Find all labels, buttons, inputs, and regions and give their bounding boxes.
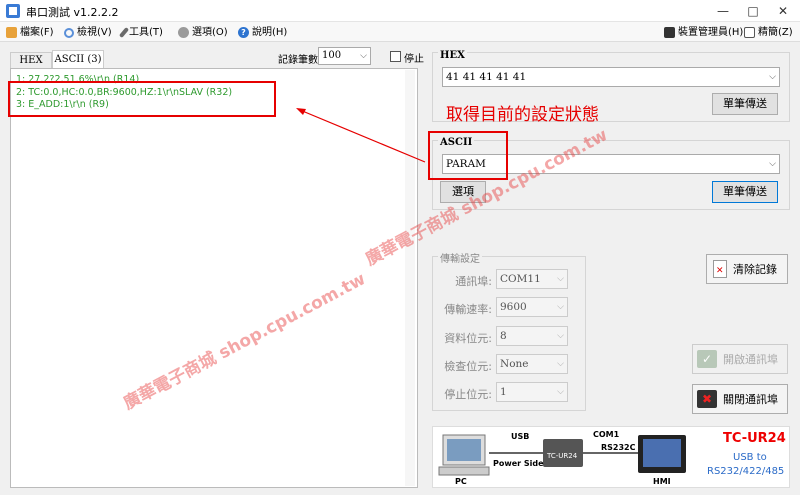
annotation-text: 取得目前的設定狀態	[446, 105, 599, 125]
stop-icon: ✖	[697, 390, 717, 408]
menu-view-label: 檢視(V)	[77, 27, 112, 38]
hex-input-value: 41 41 41 41 41	[446, 71, 527, 83]
chevron-down-icon: ⌵	[557, 302, 564, 312]
close-port-button[interactable]: ✖ 關閉通訊埠	[692, 384, 788, 414]
folder-icon	[6, 27, 17, 38]
chevron-down-icon: ⌵	[557, 331, 564, 341]
menu-file[interactable]: 檔案(F)	[6, 25, 54, 40]
annotation-highlight-log	[8, 81, 276, 117]
hex-send-button[interactable]: 單筆傳送	[712, 93, 778, 115]
ascii-send-button[interactable]: 單筆傳送	[712, 181, 778, 203]
search-icon	[64, 27, 74, 38]
parity-label: 檢查位元:	[444, 360, 492, 373]
baud-label: 傳輸速率:	[444, 303, 492, 316]
chevron-down-icon: ⌵	[360, 51, 367, 61]
minimize-button[interactable]: —	[708, 0, 738, 22]
hex-group-title: HEX	[438, 50, 467, 61]
product-name: TC-UR24	[723, 431, 786, 446]
chevron-down-icon: ⌵	[557, 387, 564, 397]
clear-log-label: 清除記錄	[733, 263, 777, 276]
clear-doc-icon: ✕	[713, 260, 727, 278]
annotation-arrow	[296, 108, 426, 163]
check-icon: ✓	[697, 350, 717, 368]
window-title: 串口測試 v1.2.2.2	[26, 6, 119, 19]
open-port-button[interactable]: ✓ 開啟通訊埠	[692, 344, 788, 374]
annotation-highlight-ascii	[428, 131, 508, 180]
stopbits-label: 停止位元:	[444, 388, 492, 401]
menu-options-label: 選項(O)	[192, 27, 228, 38]
transmission-group-title: 傳輸設定	[438, 250, 482, 265]
menu-options[interactable]: 選項(O)	[178, 25, 228, 40]
close-port-label: 關閉通訊埠	[723, 393, 778, 406]
menu-help-label: 說明(H)	[252, 27, 288, 38]
menu-bar: 檔案(F) 檢視(V) 工具(T) 選項(O) ? 說明(H) 裝置管理員(H)…	[0, 22, 800, 42]
menu-device-manager[interactable]: 裝置管理員(H)	[664, 25, 743, 40]
hmi-label: HMI	[653, 477, 671, 486]
menu-view[interactable]: 檢視(V)	[64, 25, 112, 40]
stop-checkbox[interactable]	[390, 51, 401, 62]
product-banner: USB Power Side TC-UR24 COM1 RS232C PC HM…	[432, 426, 790, 488]
open-port-label: 開啟通訊埠	[723, 353, 778, 366]
pc-screen-icon	[447, 439, 481, 461]
chevron-down-icon: ⌵	[557, 274, 564, 284]
title-bar: 串口測試 v1.2.2.2 — □ ✕	[0, 0, 800, 22]
databits-label: 資料位元:	[444, 332, 492, 345]
parity-value: None	[500, 358, 529, 370]
power-side-label: Power Side	[493, 459, 544, 468]
baud-value: 9600	[500, 301, 527, 313]
device-manager-icon	[664, 27, 675, 38]
rs232c-label: RS232C	[601, 443, 636, 452]
chevron-down-icon: ⌵	[769, 159, 776, 169]
pc-label: PC	[455, 477, 467, 486]
product-desc-line1: USB to	[733, 452, 767, 463]
databits-select[interactable]: 8 ⌵	[496, 326, 568, 346]
menu-help[interactable]: ? 說明(H)	[238, 25, 287, 40]
menu-file-label: 檔案(F)	[20, 27, 54, 38]
wrench-icon	[118, 27, 130, 38]
streamline-label: 精簡(Z)	[758, 27, 793, 38]
gear-icon	[178, 27, 189, 38]
baud-select[interactable]: 9600 ⌵	[496, 297, 568, 317]
product-desc-line2: RS232/422/485	[707, 466, 785, 477]
record-count-value: 100	[322, 50, 342, 61]
usb-label: USB	[511, 432, 530, 441]
com-label: COM1	[593, 430, 620, 439]
stopbits-select[interactable]: 1 ⌵	[496, 382, 568, 402]
menu-tools[interactable]: 工具(T)	[118, 25, 163, 40]
tab-ascii[interactable]: ASCII (3)	[52, 50, 104, 69]
stop-label: 停止	[404, 54, 424, 65]
menu-streamline[interactable]: 精簡(Z)	[744, 25, 793, 40]
device-manager-label: 裝置管理員(H)	[678, 27, 744, 38]
tab-hex[interactable]: HEX (3)	[10, 52, 52, 81]
clear-log-button[interactable]: ✕ 清除記錄	[706, 254, 788, 284]
parity-select[interactable]: None ⌵	[496, 354, 568, 374]
port-select[interactable]: COM11 ⌵	[496, 269, 568, 289]
record-count-label: 記錄筆數:	[278, 55, 322, 66]
port-value: COM11	[500, 273, 541, 285]
maximize-button[interactable]: □	[738, 0, 768, 22]
help-icon: ?	[238, 27, 249, 38]
streamline-icon	[744, 27, 755, 38]
hex-input[interactable]: 41 41 41 41 41 ⌵	[442, 67, 780, 87]
app-icon	[6, 4, 20, 18]
menu-tools-label: 工具(T)	[129, 27, 163, 38]
stopbits-value: 1	[500, 386, 507, 398]
port-label: 通訊埠:	[455, 275, 492, 288]
record-count-select[interactable]: 100 ⌵	[318, 47, 371, 65]
pc-keyboard-icon	[438, 466, 490, 476]
device-label: TC-UR24	[547, 452, 578, 460]
chevron-down-icon: ⌵	[557, 359, 564, 369]
chevron-down-icon: ⌵	[769, 72, 776, 82]
databits-value: 8	[500, 330, 507, 342]
close-button[interactable]: ✕	[768, 0, 798, 22]
